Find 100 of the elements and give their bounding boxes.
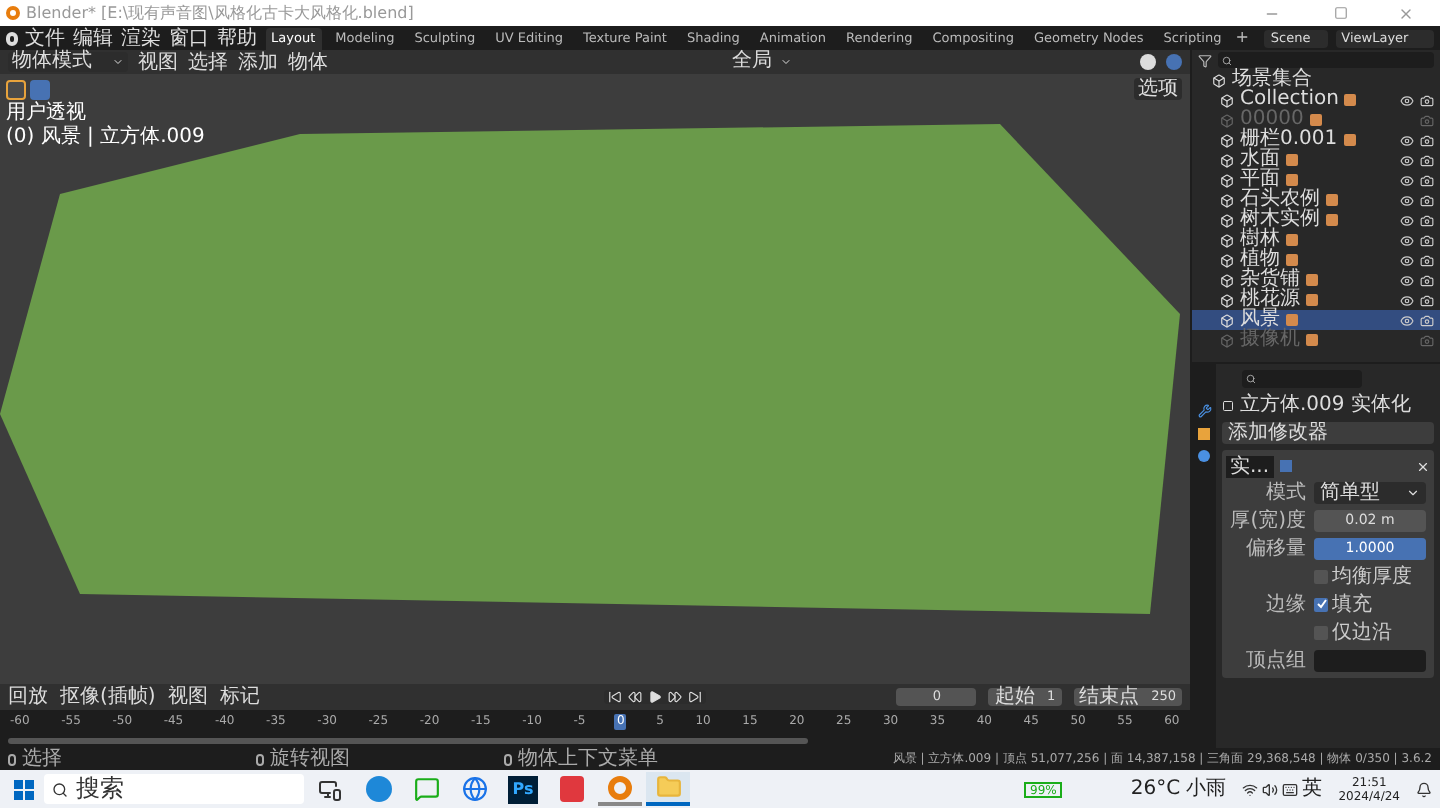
- field-label: 边缘: [1266, 593, 1306, 615]
- mode-dropdown[interactable]: 简单型: [1314, 481, 1426, 503]
- search-box[interactable]: 搜索: [44, 774, 304, 804]
- camera-icon: [1420, 313, 1434, 327]
- check-icon: [1315, 598, 1327, 610]
- fast-forward-icon: [667, 690, 682, 704]
- collection-icon: [1220, 333, 1234, 347]
- add-workspace-button[interactable]: +: [1235, 26, 1249, 50]
- eye-icon: [1400, 173, 1414, 187]
- vertex-group-field[interactable]: [1314, 649, 1426, 671]
- input-method-indicator: 英: [1302, 778, 1323, 800]
- item-name: 植物: [1240, 250, 1280, 270]
- rewind-icon: [627, 690, 642, 704]
- collection-icon: [1220, 93, 1234, 107]
- menu-item[interactable]: 物体: [288, 51, 328, 73]
- data-icon: [1309, 114, 1322, 126]
- volume-icon: [1262, 781, 1279, 797]
- eye-icon: [1400, 253, 1414, 267]
- maximize-icon: [1334, 6, 1348, 20]
- camera-icon: [1420, 293, 1434, 307]
- checkbox[interactable]: [1314, 597, 1328, 611]
- item-name: 樹林: [1240, 230, 1280, 250]
- menu-item[interactable]: 渲染: [121, 27, 162, 49]
- menu-item[interactable]: 标记: [219, 686, 260, 708]
- eye-icon: [1400, 133, 1414, 147]
- search-field[interactable]: [1218, 52, 1434, 68]
- keyboard-icon: [1282, 781, 1299, 797]
- item-name: 桃花源: [1240, 290, 1300, 310]
- item-name: Collection: [1240, 90, 1339, 110]
- outliner-row[interactable]: Collection: [1192, 90, 1440, 110]
- menu-item[interactable]: 编辑: [73, 27, 114, 49]
- eye-icon: [1400, 313, 1414, 327]
- menu-item[interactable]: 视图: [138, 51, 178, 73]
- collection-icon: [1220, 273, 1234, 287]
- outliner-row[interactable]: 风景: [1192, 310, 1440, 330]
- search-field[interactable]: [1242, 370, 1362, 388]
- menu-item[interactable]: 文件: [25, 27, 66, 49]
- data-icon: [1343, 134, 1356, 146]
- modifier-toggle-icon[interactable]: [1279, 460, 1292, 472]
- modifier-name-field[interactable]: 实...: [1226, 455, 1274, 477]
- eye-icon: [1400, 273, 1414, 287]
- collection-icon: [1220, 173, 1234, 187]
- outliner-row[interactable]: 树木实例: [1192, 210, 1440, 230]
- viewport[interactable]: 用户透视 (0) 风景 | 立方体.009 选项: [0, 74, 1190, 684]
- item-name: 树木实例: [1240, 210, 1320, 230]
- jump-start-icon: [607, 690, 622, 704]
- photoshop-app-icon[interactable]: Ps: [508, 775, 538, 803]
- menu-item[interactable]: 抠像(插帧): [60, 686, 156, 708]
- outliner-row[interactable]: 桃花源: [1192, 290, 1440, 310]
- outliner-row[interactable]: 石头农例: [1192, 190, 1440, 210]
- collection-icon: [1220, 233, 1234, 247]
- field-label: 顶点组: [1246, 649, 1306, 671]
- scroll-bar[interactable]: [8, 737, 808, 743]
- caret-icon: [1406, 485, 1420, 499]
- select-tool-button[interactable]: [6, 80, 26, 100]
- checkbox-label: 均衡厚度: [1332, 565, 1412, 587]
- camera-icon: [1420, 233, 1434, 247]
- item-name: 平面: [1240, 170, 1280, 190]
- notification-icon: [1416, 781, 1432, 797]
- item-name: 风景: [1240, 310, 1280, 330]
- outliner-row[interactable]: 杂货铺: [1192, 270, 1440, 290]
- orientation-dropdown[interactable]: 全局: [728, 52, 796, 72]
- eye-icon: [1400, 193, 1414, 207]
- outliner-row[interactable]: 樹林: [1192, 230, 1440, 250]
- folder-app-icon[interactable]: [646, 772, 690, 806]
- mouse-icon: [256, 753, 264, 765]
- outliner-row[interactable]: 水面: [1192, 150, 1440, 170]
- object-info: (0) 风景 | 立方体.009: [6, 126, 207, 148]
- menu-item[interactable]: 回放: [8, 686, 48, 708]
- outliner-row[interactable]: 栅栏0.001: [1192, 130, 1440, 150]
- camera-icon: [1420, 113, 1434, 127]
- breadcrumb-item: 实体化: [1350, 394, 1411, 416]
- menu-item[interactable]: 窗口: [169, 27, 210, 49]
- menu-item[interactable]: 添加: [238, 51, 278, 73]
- field-label: 结束点: [1079, 688, 1140, 706]
- menu-item[interactable]: 帮助: [217, 27, 258, 49]
- mode-dropdown[interactable]: 物体模式: [8, 52, 128, 72]
- camera-icon: [1420, 193, 1434, 207]
- outliner-row[interactable]: 平面: [1192, 170, 1440, 190]
- camera-icon: [1420, 153, 1434, 167]
- options-button[interactable]: 选项: [1134, 78, 1182, 100]
- blender-app-icon[interactable]: [598, 772, 642, 806]
- search-placeholder: 搜索: [76, 776, 124, 802]
- camera-icon: [1420, 253, 1434, 267]
- search-icon: [1222, 55, 1232, 65]
- mouse-icon: [8, 753, 16, 765]
- windows-logo-icon[interactable]: [14, 779, 34, 799]
- collection-icon: [1220, 133, 1234, 147]
- add-modifier-button[interactable]: 添加修改器: [1222, 422, 1434, 444]
- collection-icon: [1220, 313, 1234, 327]
- item-name: 杂货铺: [1240, 270, 1300, 290]
- close-icon: [1416, 459, 1430, 473]
- field-label: 起始: [994, 688, 1035, 706]
- menu-item[interactable]: 选择: [188, 51, 228, 73]
- menu-item[interactable]: 视图: [167, 686, 208, 708]
- select-mode-button[interactable]: [30, 80, 50, 100]
- camera-icon: [1420, 333, 1434, 347]
- outliner-row[interactable]: 植物: [1192, 250, 1440, 270]
- collection-icon: [1212, 73, 1226, 87]
- search-icon: [52, 781, 68, 797]
